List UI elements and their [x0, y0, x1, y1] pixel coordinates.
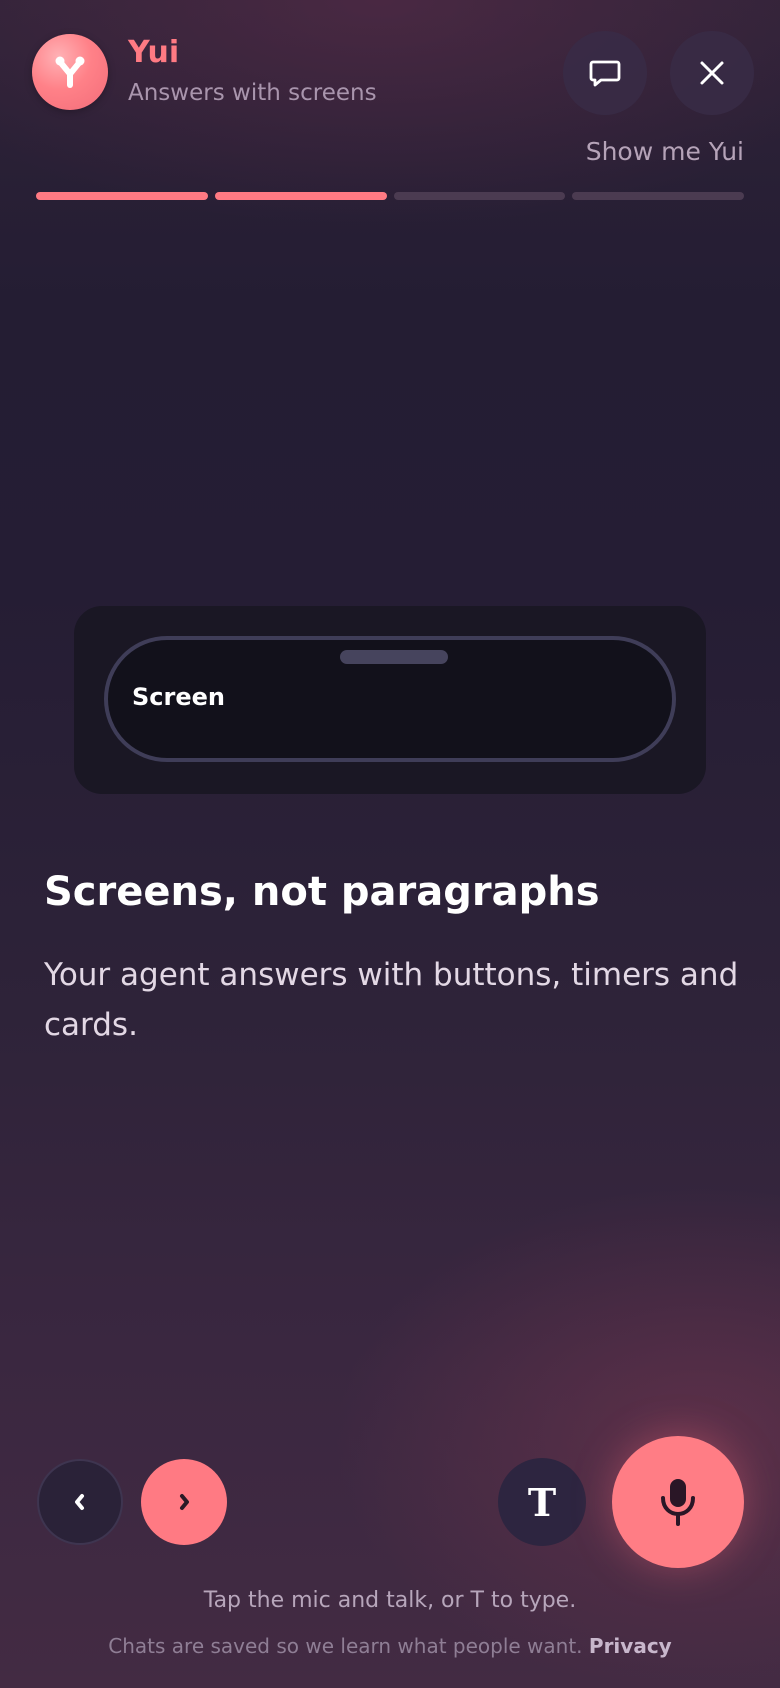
onboarding-body: Your agent answers with buttons, timers … [44, 957, 739, 1043]
chat-bubble-icon [589, 60, 621, 87]
microphone-icon [661, 1479, 695, 1526]
progress-step-1 [36, 192, 208, 200]
type-mode-button[interactable]: T [498, 1458, 586, 1546]
onboarding-progress [36, 192, 744, 200]
app-subtitle: Answers with screens [128, 80, 377, 106]
show-me-link[interactable]: Show me Yui [586, 136, 744, 168]
chat-button[interactable] [563, 31, 647, 115]
chevron-right-icon [180, 1494, 189, 1510]
yui-logo-icon [55, 56, 85, 88]
input-hint: Tap the mic and talk, or T to type. [203, 1588, 577, 1613]
progress-step-4 [572, 192, 744, 200]
previous-button[interactable] [37, 1459, 123, 1545]
app-name: Yui [128, 35, 180, 70]
close-icon [700, 61, 724, 85]
progress-step-2 [214, 192, 387, 200]
close-button[interactable] [670, 31, 754, 115]
footer-notice: Chats are saved so we learn what people … [0, 1632, 780, 1660]
next-button[interactable] [141, 1459, 227, 1545]
microphone-button[interactable] [612, 1436, 744, 1568]
progress-step-3 [393, 192, 566, 200]
screen-notch [340, 650, 448, 664]
privacy-link[interactable]: Privacy [589, 1634, 672, 1658]
screen-preview-card: Screen [74, 606, 706, 794]
footer-notice-text: Chats are saved so we learn what people … [108, 1634, 583, 1658]
chevron-left-icon [75, 1494, 84, 1510]
screen-preview: Screen [104, 636, 676, 762]
onboarding-headline: Screens, not paragraphs [44, 869, 600, 915]
app-avatar [32, 34, 108, 110]
screen-preview-label: Screen [132, 683, 225, 711]
